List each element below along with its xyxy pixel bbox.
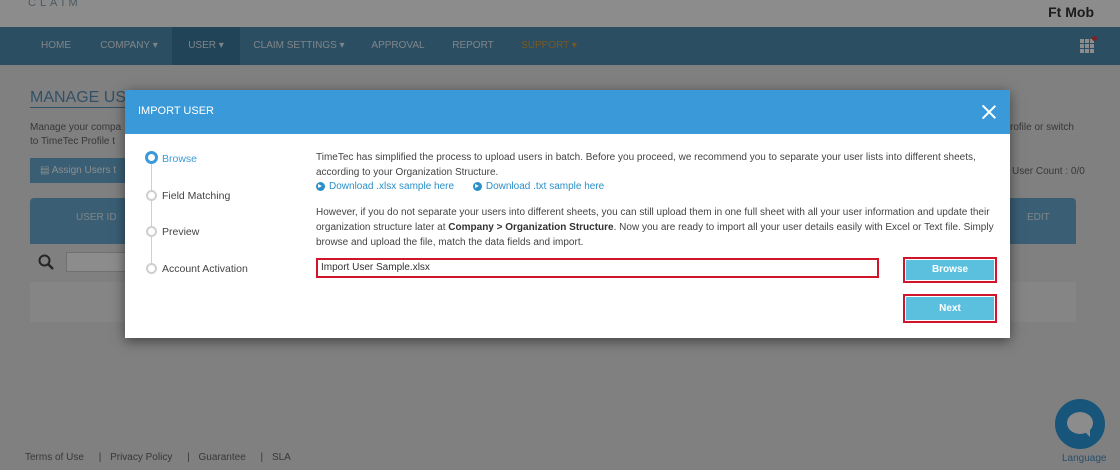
instructions-text: However, if you do not separate your use… [316,205,996,250]
browse-button[interactable]: Browse [903,257,997,283]
file-path-field[interactable]: Import User Sample.xlsx [316,258,879,278]
step-indicator-icon [145,151,158,164]
step-label: Browse [162,153,198,165]
org-structure-path: Company > Organization Structure [448,222,614,233]
modal-title: IMPORT USER [138,105,214,117]
steps-connector [151,160,152,270]
import-user-modal: IMPORT USER Browse Field Matching Previe… [125,90,1010,338]
step-label: Preview [162,226,200,238]
step-indicator-icon [146,226,157,237]
download-xlsx-label: Download .xlsx sample here [329,181,455,192]
download-links: Download .xlsx sample here Download .txt… [316,181,996,197]
next-button[interactable]: Next [903,294,997,323]
download-txt-link[interactable]: Download .txt sample here [472,181,605,192]
step-indicator-icon [146,263,157,274]
modal-content: TimeTec has simplified the process to up… [316,150,996,250]
modal-header: IMPORT USER [125,90,1010,134]
step-indicator-icon [146,190,157,201]
step-label: Field Matching [162,190,231,202]
browse-button-label: Browse [906,260,994,280]
arrow-circle-right-icon [316,182,325,191]
step-label: Account Activation [162,263,248,275]
next-button-label: Next [906,297,994,320]
download-xlsx-link[interactable]: Download .xlsx sample here [316,181,454,192]
intro-text: TimeTec has simplified the process to up… [316,152,976,178]
import-steps: Browse Field Matching Preview Account Ac… [145,150,305,280]
download-txt-label: Download .txt sample here [485,181,605,192]
arrow-circle-right-icon [472,182,482,191]
close-icon[interactable] [980,103,998,121]
